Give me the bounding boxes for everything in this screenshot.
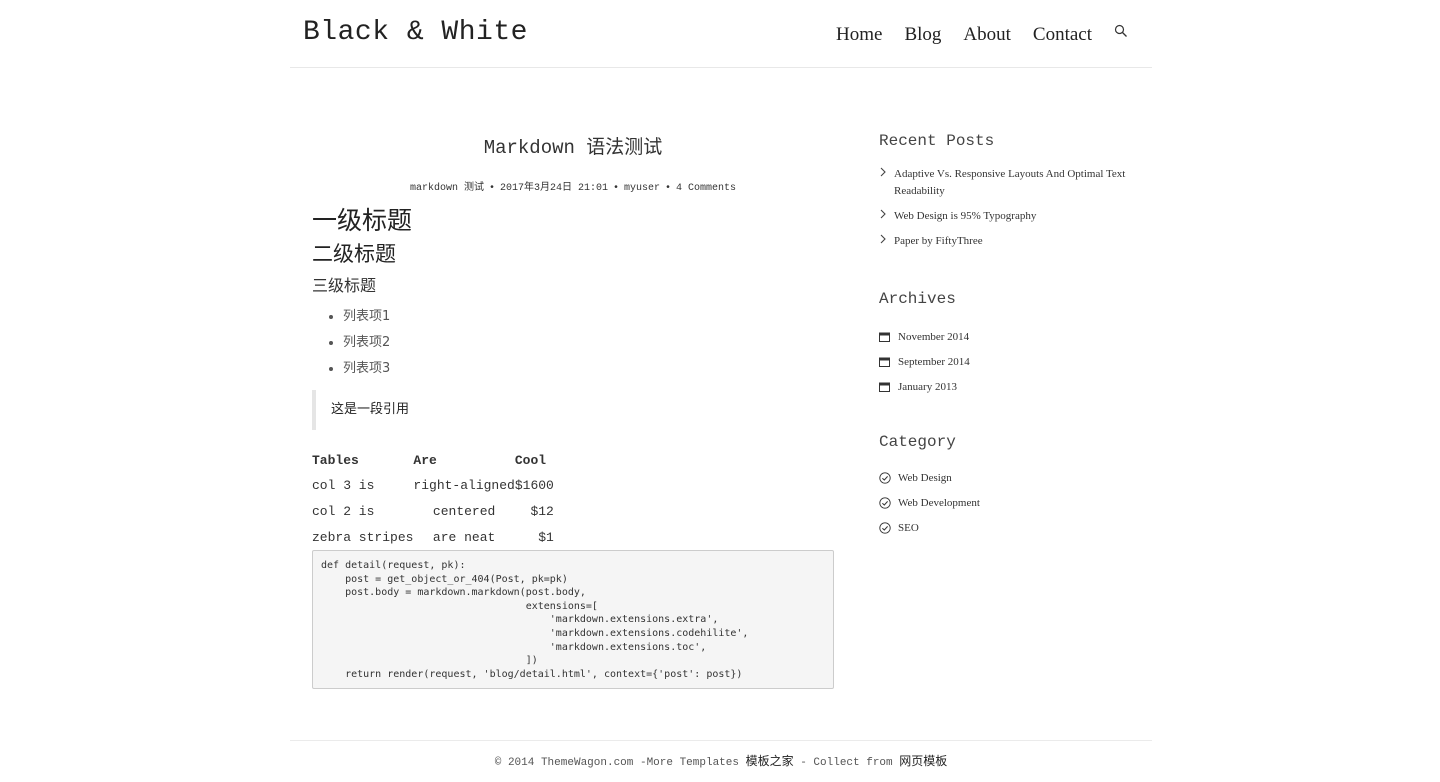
recent-post-item: Paper by FiftyThree — [879, 233, 1151, 250]
chevron-right-icon — [879, 233, 894, 250]
recent-posts-widget: Recent Posts Adaptive Vs. Responsive Lay… — [879, 132, 1151, 250]
category-item: Web Design — [879, 465, 1151, 490]
table-header: Are — [413, 452, 437, 468]
post-title: Markdown 语法测试 — [483, 137, 663, 159]
recent-post-item: Web Design is 95% Typography — [879, 208, 1151, 225]
recent-post-item: Adaptive Vs. Responsive Layouts And Opti… — [879, 166, 1151, 200]
archive-item: January 2013 — [879, 374, 1151, 399]
archive-link[interactable]: September 2014 — [898, 356, 970, 368]
category-link[interactable]: SEO — [898, 522, 919, 534]
table-cell: col 2 is — [312, 503, 375, 519]
site-footer: © 2014 ThemeWagon.com -More Templates 模板… — [290, 740, 1152, 782]
table-cell: right-aligned — [413, 477, 515, 493]
markdown-table: Tables Are Cool col 3 is right-aligned $… — [312, 448, 554, 550]
code-block: def detail(request, pk): post = get_obje… — [312, 550, 834, 689]
search-icon[interactable] — [1114, 23, 1130, 39]
table-cell: $1 — [538, 529, 554, 545]
recent-post-link[interactable]: Web Design is 95% Typography — [894, 208, 1036, 225]
recent-post-link[interactable]: Paper by FiftyThree — [894, 233, 983, 250]
archives-title: Archives — [879, 290, 956, 308]
nav-about[interactable]: About — [963, 24, 1011, 46]
table-row: zebra stripes are neat $1 — [312, 524, 554, 550]
archive-link[interactable]: November 2014 — [898, 331, 969, 343]
nav-contact[interactable]: Contact — [1033, 24, 1092, 46]
post-article: Markdown 语法测试 markdown 测试 • 2017年3月24日 21:… — [312, 128, 834, 689]
table-cell: zebra stripes — [312, 529, 414, 545]
bullet-list: 列表项1 列表项2 列表项3 — [343, 304, 834, 382]
check-circle-icon — [879, 521, 891, 534]
footer-link-web-templates[interactable]: 网页模板 — [899, 754, 947, 768]
archive-item: November 2014 — [879, 324, 1151, 349]
calendar-icon — [879, 357, 890, 367]
blockquote: 这是一段引用 — [312, 390, 834, 430]
table-row: col 2 is centered $12 — [312, 498, 554, 524]
table-header: Tables — [312, 452, 359, 468]
post-date[interactable]: 2017年3月24日 21:01 — [500, 183, 608, 194]
table-cell: centered — [432, 503, 496, 519]
heading-level-1: 一级标题 — [312, 206, 413, 235]
footer-copyright: © 2014 ThemeWagon.com -More Templates — [494, 757, 746, 769]
category-link[interactable]: Web Design — [898, 472, 952, 484]
table-cell: $1600 — [514, 477, 554, 493]
sidebar: Recent Posts Adaptive Vs. Responsive Lay… — [879, 132, 1151, 540]
check-circle-icon — [879, 496, 891, 509]
recent-post-link[interactable]: Adaptive Vs. Responsive Layouts And Opti… — [894, 166, 1151, 200]
table-cell: col 3 is — [312, 477, 375, 493]
category-title: Category — [879, 433, 956, 451]
meta-separator: • — [488, 183, 495, 194]
table-row: col 3 is right-aligned $1600 — [312, 472, 554, 498]
nav-blog[interactable]: Blog — [904, 24, 941, 46]
list-item: 列表项1 — [343, 304, 834, 330]
calendar-icon — [879, 332, 890, 342]
recent-posts-list: Adaptive Vs. Responsive Layouts And Opti… — [879, 166, 1151, 250]
heading-level-3: 三级标题 — [312, 276, 377, 295]
nav-home[interactable]: Home — [836, 24, 882, 46]
table-cell: are neat — [432, 529, 496, 545]
recent-posts-title: Recent Posts — [879, 132, 995, 150]
post-comments-link[interactable]: 4 Comments — [676, 183, 736, 194]
table-header-row: Tables Are Cool — [312, 448, 554, 472]
site-header: Black & White Home Blog About Contact — [290, 0, 1152, 68]
archives-widget: Archives November 2014 September 2014 Ja… — [879, 290, 1151, 399]
table-cell: $12 — [530, 503, 554, 519]
post-author[interactable]: myuser — [624, 183, 660, 194]
archives-list: November 2014 September 2014 January 201… — [879, 324, 1151, 399]
archive-link[interactable]: January 2013 — [898, 381, 957, 393]
heading-level-2: 二级标题 — [312, 242, 396, 266]
category-list: Web Design Web Development SEO — [879, 465, 1151, 540]
category-widget: Category Web Design Web Development SEO — [879, 433, 1151, 540]
check-circle-icon — [879, 471, 891, 484]
chevron-right-icon — [879, 166, 894, 200]
list-item: 列表项2 — [343, 330, 834, 356]
table-header: Cool — [514, 452, 547, 468]
meta-separator: • — [612, 183, 619, 194]
calendar-icon — [879, 382, 890, 392]
category-item: Web Development — [879, 490, 1151, 515]
category-link[interactable]: Web Development — [898, 497, 980, 509]
site-logo[interactable]: Black & White — [303, 17, 528, 48]
archive-item: September 2014 — [879, 349, 1151, 374]
footer-link-templates[interactable]: 模板之家 — [746, 754, 794, 768]
main-nav: Home Blog About Contact — [836, 24, 1130, 46]
footer-collect-text: - Collect from — [793, 757, 900, 769]
list-item: 列表项3 — [343, 356, 834, 382]
post-meta: markdown 测试 • 2017年3月24日 21:01 • myuser • 4 Co… — [312, 178, 834, 194]
post-category-link[interactable]: markdown 测试 — [410, 183, 484, 194]
category-item: SEO — [879, 515, 1151, 540]
meta-separator: • — [665, 183, 672, 194]
chevron-right-icon — [879, 208, 894, 225]
